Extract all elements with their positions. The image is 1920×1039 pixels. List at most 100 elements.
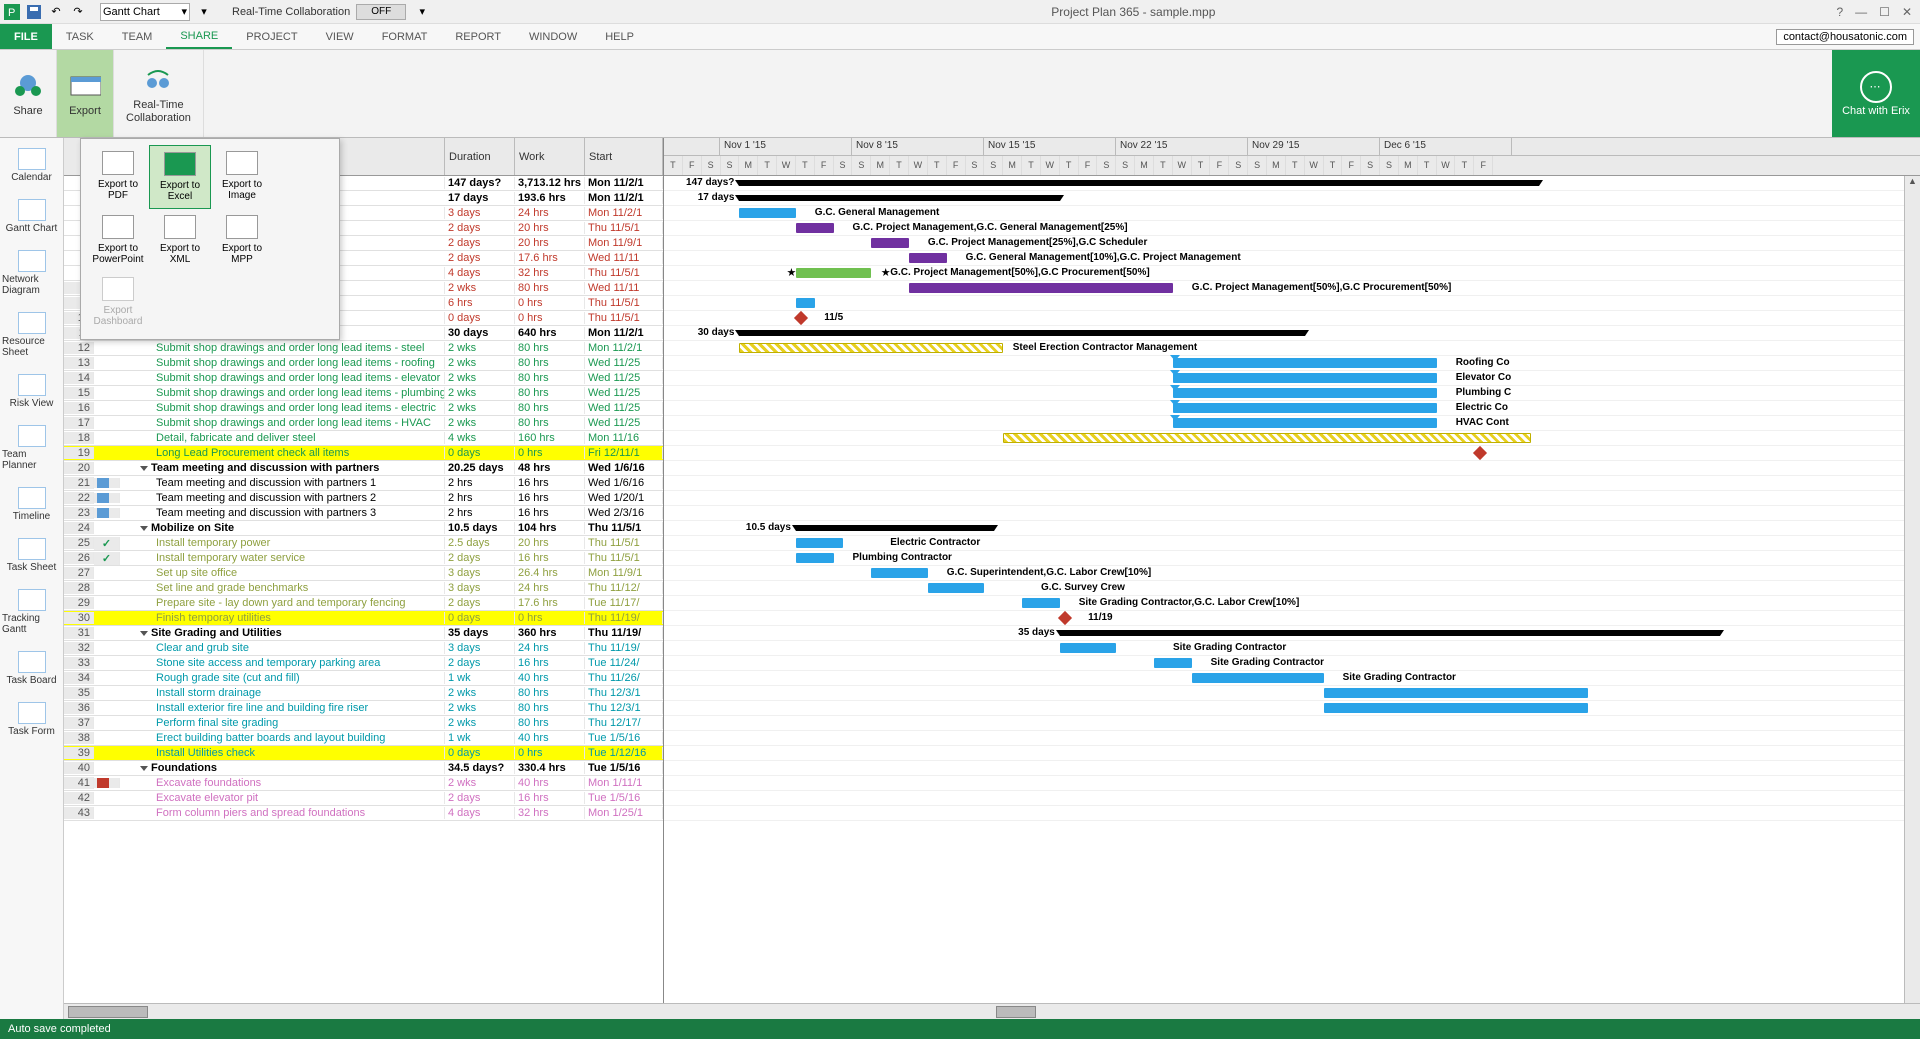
gantt-task-bar[interactable]	[909, 253, 947, 263]
gantt-summary-bar[interactable]	[1060, 630, 1720, 636]
hscroll-thumb-left[interactable]	[68, 1006, 148, 1018]
gantt-row[interactable]: Plumbing Contractor	[664, 551, 1920, 566]
table-row[interactable]: 33Stone site access and temporary parkin…	[64, 656, 663, 671]
gantt-row[interactable]: 35 days	[664, 626, 1920, 641]
view-task-form[interactable]: Task Form	[0, 696, 63, 743]
table-row[interactable]: 41Excavate foundations2 wks40 hrsMon 1/1…	[64, 776, 663, 791]
gantt-milestone[interactable]	[794, 311, 808, 325]
tab-task[interactable]: TASK	[52, 24, 108, 49]
tab-help[interactable]: HELP	[591, 24, 648, 49]
gantt-row[interactable]	[664, 296, 1920, 311]
tab-window[interactable]: WINDOW	[515, 24, 591, 49]
redo-icon[interactable]: ↷	[70, 4, 86, 20]
horizontal-scrollbar[interactable]	[64, 1003, 1920, 1019]
gantt-row[interactable]: Electric Contractor	[664, 536, 1920, 551]
gantt-row[interactable]	[664, 716, 1920, 731]
gantt-task-bar[interactable]	[1192, 673, 1324, 683]
gantt-task-bar[interactable]	[1173, 358, 1437, 368]
gantt-row[interactable]: G.C. General Management[10%],G.C. Projec…	[664, 251, 1920, 266]
gantt-row[interactable]: 11/19	[664, 611, 1920, 626]
table-row[interactable]: 25✓Install temporary power2.5 days20 hrs…	[64, 536, 663, 551]
maximize-icon[interactable]: ☐	[1879, 5, 1890, 19]
gantt-task-bar[interactable]	[1173, 388, 1437, 398]
gantt-task-bar[interactable]	[1173, 373, 1437, 383]
gantt-row[interactable]: 10.5 days	[664, 521, 1920, 536]
export-mpp[interactable]: Export to MPP	[211, 209, 273, 271]
gantt-row[interactable]	[664, 461, 1920, 476]
tab-file[interactable]: FILE	[0, 24, 52, 49]
gantt-row[interactable]: Steel Erection Contractor Management	[664, 341, 1920, 356]
table-row[interactable]: 40Foundations34.5 days?330.4 hrsTue 1/5/…	[64, 761, 663, 776]
table-row[interactable]: 18Detail, fabricate and deliver steel4 w…	[64, 431, 663, 446]
gantt-row[interactable]	[664, 776, 1920, 791]
export-excel[interactable]: Export to Excel	[149, 145, 211, 209]
table-row[interactable]: 26✓Install temporary water service2 days…	[64, 551, 663, 566]
contact-email[interactable]: contact@housatonic.com	[1776, 29, 1914, 45]
share-button[interactable]: Share	[0, 50, 57, 137]
gantt-task-bar[interactable]	[1154, 658, 1192, 668]
gantt-task-bar[interactable]	[1324, 688, 1588, 698]
gantt-body[interactable]: 147 days?17 daysG.C. General ManagementG…	[664, 176, 1920, 821]
gantt-row[interactable]	[664, 506, 1920, 521]
gantt-chart[interactable]: Nov 1 '15Nov 8 '15Nov 15 '15Nov 22 '15No…	[664, 138, 1920, 1019]
rtc-button[interactable]: Real-TimeCollaboration	[114, 50, 204, 137]
gantt-row[interactable]: G.C. Superintendent,G.C. Labor Crew[10%]	[664, 566, 1920, 581]
gantt-task-bar[interactable]	[1003, 433, 1531, 443]
table-row[interactable]: 22Team meeting and discussion with partn…	[64, 491, 663, 506]
tab-view[interactable]: VIEW	[312, 24, 368, 49]
gantt-row[interactable]: 11/5	[664, 311, 1920, 326]
gantt-row[interactable]: 17 days	[664, 191, 1920, 206]
gantt-row[interactable]: G.C. Survey Crew	[664, 581, 1920, 596]
gantt-row[interactable]: G.C. Project Management[25%],G.C Schedul…	[664, 236, 1920, 251]
table-row[interactable]: 34Rough grade site (cut and fill)1 wk40 …	[64, 671, 663, 686]
gantt-task-bar[interactable]	[928, 583, 985, 593]
gantt-task-bar[interactable]	[1060, 643, 1117, 653]
view-task-sheet[interactable]: Task Sheet	[0, 532, 63, 579]
table-row[interactable]: 19Long Lead Procurement check all items0…	[64, 446, 663, 461]
table-row[interactable]: 32Clear and grub site3 days24 hrsThu 11/…	[64, 641, 663, 656]
gantt-task-bar[interactable]	[796, 553, 834, 563]
view-gantt-chart[interactable]: Gantt Chart	[0, 193, 63, 240]
table-row[interactable]: 42Excavate elevator pit2 days16 hrsTue 1…	[64, 791, 663, 806]
gantt-row[interactable]	[664, 761, 1920, 776]
gantt-task-bar[interactable]	[1173, 418, 1437, 428]
tab-format[interactable]: FORMAT	[368, 24, 442, 49]
table-row[interactable]: 16Submit shop drawings and order long le…	[64, 401, 663, 416]
gantt-task-bar[interactable]	[1173, 403, 1437, 413]
view-team-planner[interactable]: Team Planner	[0, 419, 63, 477]
gantt-milestone[interactable]	[1472, 446, 1486, 460]
gantt-row[interactable]	[664, 806, 1920, 821]
table-row[interactable]: 39Install Utilities check0 days0 hrsTue …	[64, 746, 663, 761]
rtc-toggle[interactable]: OFF	[356, 4, 406, 20]
gantt-row[interactable]: Roofing Co	[664, 356, 1920, 371]
gantt-row[interactable]	[664, 701, 1920, 716]
table-row[interactable]: 20Team meeting and discussion with partn…	[64, 461, 663, 476]
table-row[interactable]: 13Submit shop drawings and order long le…	[64, 356, 663, 371]
gantt-summary-bar[interactable]	[796, 525, 994, 531]
gantt-row[interactable]: HVAC Cont	[664, 416, 1920, 431]
undo-icon[interactable]: ↶	[48, 4, 64, 20]
help-icon[interactable]: ?	[1836, 5, 1843, 19]
gantt-row[interactable]	[664, 491, 1920, 506]
gantt-row[interactable]: Elevator Co	[664, 371, 1920, 386]
gantt-task-bar[interactable]	[796, 298, 815, 308]
gantt-task-bar[interactable]	[1324, 703, 1588, 713]
table-row[interactable]: 36Install exterior fire line and buildin…	[64, 701, 663, 716]
gantt-row[interactable]: Plumbing C	[664, 386, 1920, 401]
table-row[interactable]: 27Set up site office3 days26.4 hrsMon 11…	[64, 566, 663, 581]
close-icon[interactable]: ✕	[1902, 5, 1912, 19]
table-row[interactable]: 30Finish temporay utilities0 days0 hrsTh…	[64, 611, 663, 626]
view-network-diagram[interactable]: Network Diagram	[0, 244, 63, 302]
dropdown-icon[interactable]: ▾	[196, 4, 212, 20]
gantt-row[interactable]	[664, 431, 1920, 446]
tab-share[interactable]: SHARE	[166, 24, 232, 49]
col-start[interactable]: Start	[585, 138, 663, 175]
gantt-row[interactable]: ★★G.C. Project Management[50%],G.C Procu…	[664, 266, 1920, 281]
table-row[interactable]: 21Team meeting and discussion with partn…	[64, 476, 663, 491]
tab-report[interactable]: REPORT	[441, 24, 515, 49]
gantt-summary-bar[interactable]	[739, 330, 1305, 336]
table-row[interactable]: 24Mobilize on Site10.5 days104 hrsThu 11…	[64, 521, 663, 536]
table-row[interactable]: 14Submit shop drawings and order long le…	[64, 371, 663, 386]
export-image[interactable]: Export to Image	[211, 145, 273, 209]
gantt-summary-bar[interactable]	[739, 195, 1059, 201]
